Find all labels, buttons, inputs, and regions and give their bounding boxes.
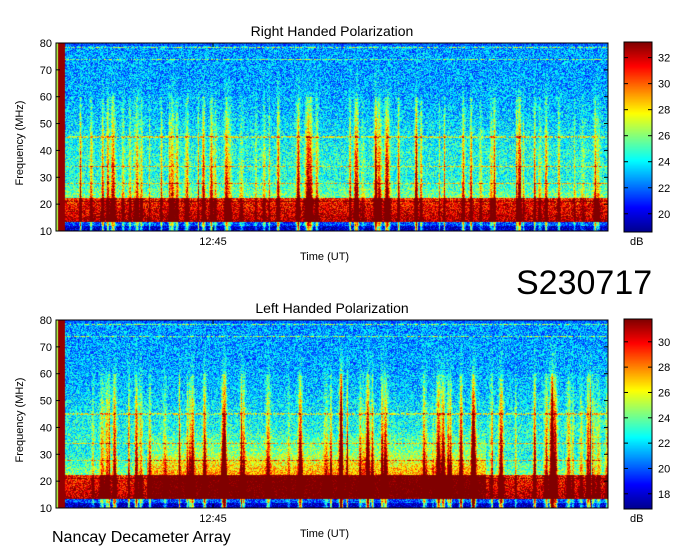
y-tick-label: 20 bbox=[40, 199, 52, 211]
y-tick-label: 70 bbox=[40, 65, 52, 77]
colorbar-tick-label: 28 bbox=[658, 362, 670, 374]
chart-axes: 10 20 30 40 50 60 70 80 12:45 20 22 24 26 28 30 32 10 20 3… bbox=[40, 38, 671, 525]
y-tick-label: 50 bbox=[40, 119, 52, 131]
colorbar-tick-label: 28 bbox=[658, 105, 670, 117]
colorbar-tick-label: 24 bbox=[658, 413, 670, 425]
plot-frame bbox=[55, 319, 609, 509]
y-tick-label: 30 bbox=[40, 449, 52, 461]
colorbar-tick-label: 24 bbox=[658, 157, 670, 169]
y-tick-label: 10 bbox=[40, 226, 52, 238]
y-tick-label: 40 bbox=[40, 422, 52, 434]
colorbar-frame bbox=[623, 318, 653, 510]
y-tick-label: 60 bbox=[40, 369, 52, 381]
y-tick-label: 50 bbox=[40, 396, 52, 408]
colorbar-frame bbox=[623, 41, 653, 233]
colorbar-tick-label: 30 bbox=[658, 79, 670, 91]
colorbar-tick-label: 22 bbox=[658, 438, 670, 450]
y-tick-label: 70 bbox=[40, 342, 52, 354]
colorbar-tick-label: 22 bbox=[658, 183, 670, 195]
y-tick-label: 30 bbox=[40, 172, 52, 184]
colorbar-tick-label: 30 bbox=[658, 337, 670, 349]
y-tick-label: 10 bbox=[40, 503, 52, 515]
colorbar-tick-label: 18 bbox=[658, 489, 670, 501]
x-tick-label: 12:45 bbox=[199, 513, 227, 525]
colorbar-tick-label: 32 bbox=[658, 53, 670, 65]
colorbar-tick-label: 20 bbox=[658, 209, 670, 221]
y-tick-label: 80 bbox=[40, 38, 52, 50]
y-tick-label: 60 bbox=[40, 92, 52, 104]
y-tick-label: 20 bbox=[40, 476, 52, 488]
colorbar-tick-label: 20 bbox=[658, 463, 670, 475]
colorbar-tick-label: 26 bbox=[658, 387, 670, 399]
y-tick-label: 80 bbox=[40, 315, 52, 327]
y-tick-label: 40 bbox=[40, 145, 52, 157]
plot-frame bbox=[55, 42, 609, 232]
x-tick-label: 12:45 bbox=[199, 236, 227, 248]
colorbar-tick-label: 26 bbox=[658, 131, 670, 143]
